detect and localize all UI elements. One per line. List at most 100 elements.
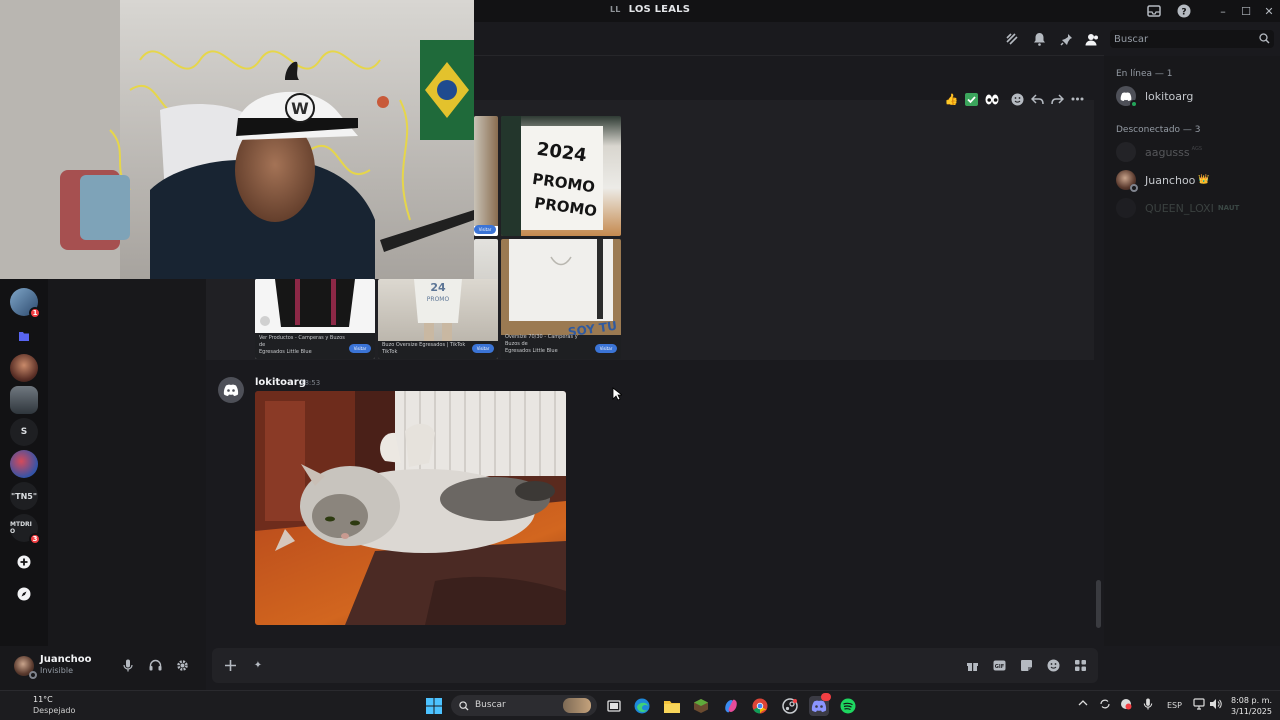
member-item[interactable]: Juanchoo 👑 xyxy=(1116,169,1210,192)
svg-text:GIF: GIF xyxy=(994,664,1003,670)
scrollbar[interactable] xyxy=(1096,580,1101,628)
offline-header: Desconectado — 3 xyxy=(1116,125,1201,135)
eyes-icon[interactable] xyxy=(984,92,999,107)
notification-badge xyxy=(821,693,831,701)
weather-temperature[interactable]: 11°C xyxy=(33,695,53,704)
add-reaction-icon[interactable] xyxy=(1010,92,1025,107)
microphone-icon[interactable] xyxy=(1143,698,1153,712)
windows-start-icon[interactable] xyxy=(424,696,444,716)
member-item[interactable]: lokitoarg xyxy=(1116,85,1193,108)
discover-icon[interactable] xyxy=(10,580,38,608)
attachment-image[interactable]: 2024 PROMO PROMO xyxy=(501,116,621,236)
add-server-icon[interactable] xyxy=(10,548,38,576)
search-input[interactable] xyxy=(1114,31,1254,47)
check-icon[interactable] xyxy=(964,92,979,107)
bell-icon[interactable] xyxy=(1031,31,1047,47)
apps-icon[interactable] xyxy=(1072,657,1088,673)
server-icon[interactable] xyxy=(10,450,38,478)
mention-badge: 3 xyxy=(29,533,41,545)
attachment-image[interactable]: Visitar xyxy=(474,116,498,236)
taskbar-search-label: Buscar xyxy=(475,700,506,710)
sparkle-icon[interactable]: ✦ xyxy=(250,657,266,673)
moon-weather-icon xyxy=(12,698,28,717)
minecraft-icon[interactable] xyxy=(691,696,711,716)
pin-icon[interactable] xyxy=(1058,31,1074,47)
visit-button[interactable]: Visitar xyxy=(595,344,617,353)
attachment-caption: Ver Productos - Camperas y Buzos de xyxy=(259,335,345,348)
user-avatar[interactable] xyxy=(14,656,37,679)
search-icon xyxy=(459,700,469,714)
svg-text:PROMO: PROMO xyxy=(427,296,450,303)
gif-icon[interactable]: GIF xyxy=(991,657,1007,673)
message-author[interactable]: lokitoarg xyxy=(255,377,306,388)
crown-icon: 👑 xyxy=(1198,175,1210,185)
help-icon[interactable]: ? xyxy=(1176,3,1192,19)
member-list: En línea — 1 lokitoarg Desconectado — 3 … xyxy=(1104,56,1280,646)
visit-button[interactable]: Visitar xyxy=(472,344,494,353)
taskbar-search[interactable]: Buscar xyxy=(451,695,597,716)
thumbs-up-icon[interactable]: 👍 xyxy=(944,92,959,107)
tray-chevron-icon[interactable] xyxy=(1078,698,1088,710)
attachment-caption: Buzo Oversize Egresados | TikTok xyxy=(382,342,466,348)
discord-avatar-icon[interactable] xyxy=(218,377,244,403)
server-icon[interactable]: 1 xyxy=(10,288,41,319)
server-icon[interactable]: S xyxy=(10,418,38,446)
attachment-image[interactable]: 24 PROMO Buzo Oversize Egresados | TikTo… xyxy=(378,279,498,359)
volume-icon[interactable] xyxy=(1209,698,1222,712)
reply-icon[interactable] xyxy=(1030,92,1045,107)
settings-gear-icon[interactable] xyxy=(175,658,189,672)
server-icon[interactable]: "TN5" xyxy=(10,482,38,510)
file-explorer-icon[interactable] xyxy=(662,696,682,716)
tray-app-icon[interactable] xyxy=(1120,698,1132,712)
avatar xyxy=(1116,142,1136,162)
cat-photo[interactable] xyxy=(255,391,566,625)
headphones-icon[interactable] xyxy=(148,658,162,672)
threads-icon[interactable] xyxy=(1004,31,1020,47)
minimize-button[interactable]: – xyxy=(1212,2,1234,20)
visit-button[interactable]: Visitar xyxy=(474,225,496,234)
server-initials: LL xyxy=(610,5,621,14)
member-item[interactable]: QUEEN_LOXI NAUT xyxy=(1116,197,1239,219)
sticker-icon[interactable] xyxy=(1018,657,1034,673)
inbox-icon[interactable] xyxy=(1146,3,1162,19)
weather-condition[interactable]: Despejado xyxy=(33,706,75,715)
server-icon[interactable]: MTDRI O 3 xyxy=(10,514,41,545)
discord-app: LL LOS LEALS ? – ☐ ✕ 1 S "TN5" MTDRI O 3 xyxy=(0,0,1280,690)
folder-icon[interactable] xyxy=(10,322,38,350)
member-name: Juanchoo xyxy=(1145,173,1196,187)
chrome-icon[interactable] xyxy=(750,696,770,716)
server-icon[interactable] xyxy=(10,386,38,414)
member-list-icon[interactable] xyxy=(1084,31,1100,47)
taskbar-clock[interactable]: 8:08 p. m. 3/11/2025 xyxy=(1228,695,1272,717)
add-attachment-icon[interactable] xyxy=(222,657,238,673)
visit-button[interactable]: Visitar xyxy=(349,344,371,353)
language-indicator[interactable]: ESP xyxy=(1167,701,1182,710)
emoji-icon[interactable] xyxy=(1045,657,1061,673)
microphone-icon[interactable] xyxy=(121,658,135,672)
user-name[interactable]: Juanchoo xyxy=(40,654,92,665)
maximize-button[interactable]: ☐ xyxy=(1235,2,1257,20)
more-icon[interactable] xyxy=(1070,92,1085,107)
attachment-image[interactable]: SOY TU Oversize 70/30 - Camperas y Buzos… xyxy=(501,239,621,359)
invisible-status-dot xyxy=(29,671,37,679)
spotify-icon[interactable] xyxy=(838,696,858,716)
discord-taskbar-icon[interactable] xyxy=(809,693,831,716)
forward-icon[interactable] xyxy=(1050,92,1065,107)
clock-date: 3/11/2025 xyxy=(1230,707,1272,716)
steam-icon[interactable] xyxy=(780,696,800,716)
edge-browser-icon[interactable] xyxy=(632,696,652,716)
sync-icon[interactable] xyxy=(1099,698,1111,712)
server-icon[interactable] xyxy=(10,354,38,382)
task-view-icon[interactable] xyxy=(604,696,624,716)
network-icon[interactable] xyxy=(1193,698,1205,712)
copilot-icon[interactable] xyxy=(721,696,741,716)
attachment-image[interactable]: Ver Productos - Camperas y Buzos de Egres… xyxy=(255,279,375,359)
attachment-source: Egresados Little Blue xyxy=(259,349,312,355)
svg-text:?: ? xyxy=(1181,8,1186,18)
search-highlight-icon xyxy=(563,698,591,713)
member-item[interactable]: aagusss AGS xyxy=(1116,141,1202,163)
close-button[interactable]: ✕ xyxy=(1258,2,1280,20)
gift-icon[interactable] xyxy=(964,657,980,673)
message-composer[interactable]: ✦ GIF xyxy=(212,648,1098,683)
search-box[interactable] xyxy=(1110,30,1274,48)
